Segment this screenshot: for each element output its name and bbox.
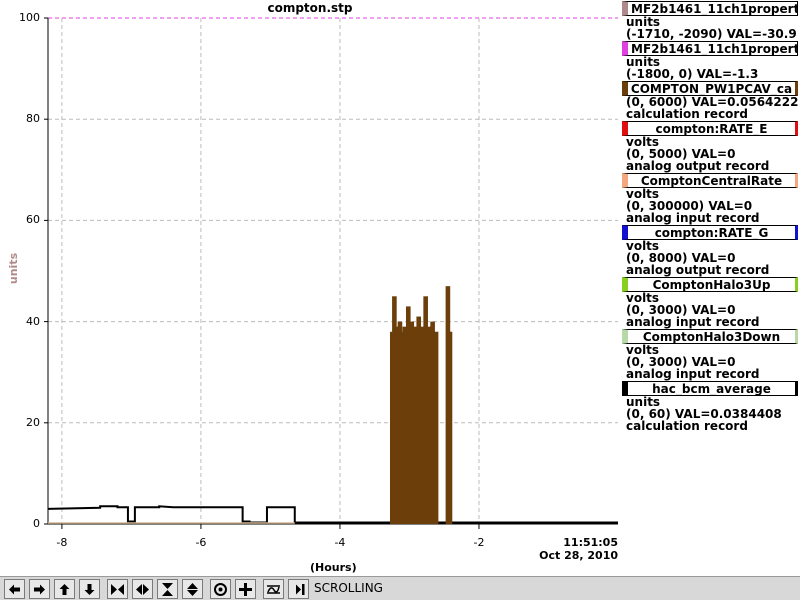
y-tick-label: 40 (26, 314, 40, 328)
toolbar: SCROLLING (0, 576, 800, 600)
y-tick-label: 60 (26, 213, 40, 227)
legend-label[interactable]: ComptonCentralRate (622, 173, 798, 188)
legend-entry[interactable]: MF2b1461_11ch1property.Eunits(-1800, 0) … (622, 41, 800, 80)
legend-entry[interactable]: compton:RATE_G volts (0, 8000) VAL=0 analog… (622, 225, 800, 276)
reset-button[interactable] (210, 579, 231, 599)
current-date: Oct 28, 2010 (539, 549, 618, 562)
legend-detail: calculation record (626, 107, 748, 121)
legend-label[interactable]: COMPTON_PW1PCAV_ca (622, 81, 798, 96)
scroll-status-label: SCROLLING (314, 581, 383, 595)
expand-horizontal-icon (136, 583, 149, 595)
legend-label[interactable]: MF2b1461_11ch1property.F (622, 1, 798, 16)
scroll-down-button[interactable] (79, 579, 100, 599)
arrow-left-icon (9, 584, 20, 594)
target-icon (214, 582, 227, 596)
series-bar (433, 331, 439, 524)
legend-entry[interactable]: MF2b1461_11ch1property.Funits(-1710, -20… (622, 1, 800, 40)
legend-detail: analog output record (626, 159, 770, 173)
x-tick-label: -6 (195, 536, 207, 549)
legend-label[interactable]: ComptonHalo3Up (622, 277, 798, 292)
legend-entry[interactable]: hac_bcm_average units (0, 60) VAL=0.038440… (622, 381, 800, 432)
plot-area[interactable] (0, 0, 620, 576)
pause-button[interactable] (288, 579, 309, 599)
series-bar (447, 331, 453, 524)
legend-label[interactable]: compton:RATE_G (622, 225, 798, 240)
current-time: 11:51:05 (563, 536, 618, 549)
legend-entry[interactable]: COMPTON_PW1PCAV_ca (0, 6000) VAL=0.056422… (622, 81, 800, 120)
legend-label[interactable]: hac_bcm_average (622, 381, 798, 396)
zoom-out-y-button[interactable] (182, 579, 203, 599)
legend-entry[interactable]: ComptonCentralRate volts (0, 300000) VAL=0… (622, 173, 800, 224)
y-tick-label: 100 (19, 11, 40, 24)
legend-detail: analog input record (626, 367, 760, 381)
x-axis-label: (Hours) (310, 561, 357, 574)
compress-horizontal-icon (111, 583, 124, 595)
legend-detail: calculation record (626, 419, 748, 433)
arrow-stop-icon (296, 583, 305, 595)
compress-vertical-icon (162, 582, 173, 596)
y-axis-label: units (7, 252, 21, 285)
y-tick-label: 20 (26, 415, 40, 429)
legend-label[interactable]: ComptonHalo3Down (622, 329, 798, 344)
x-tick-label: -8 (56, 536, 68, 549)
zoom-in-y-button[interactable] (157, 579, 178, 599)
expand-vertical-icon (187, 582, 198, 596)
legend-entry[interactable]: compton:RATE_E volts (0, 5000) VAL=0 analog… (622, 121, 800, 172)
grid (48, 17, 618, 525)
series-line (47, 505, 618, 524)
scroll-right-button[interactable] (29, 579, 50, 599)
add-button[interactable] (235, 579, 256, 599)
legend-detail: analog input record (626, 211, 760, 225)
zoom-in-x-button[interactable] (107, 579, 128, 599)
legend-label[interactable]: MF2b1461_11ch1property.E (622, 41, 798, 56)
autoscale-icon (267, 584, 280, 594)
legend-detail: (-1710, -2090) VAL=-30.9 (626, 27, 797, 41)
legend-label[interactable]: compton:RATE_E (622, 121, 798, 136)
x-tick-label: -4 (334, 536, 346, 549)
y-tick-label: 0 (33, 517, 40, 530)
legend-detail: (-1800, 0) VAL=-1.3 (626, 67, 759, 81)
axes (44, 17, 618, 529)
plus-icon (239, 582, 252, 596)
legend-entry[interactable]: ComptonHalo3Down volts (0, 3000) VAL=0 anal… (622, 329, 800, 380)
arrow-down-icon (84, 583, 95, 595)
legend-detail: analog input record (626, 315, 760, 329)
x-tick-label: -2 (473, 536, 485, 549)
scroll-left-button[interactable] (4, 579, 25, 599)
zoom-out-x-button[interactable] (132, 579, 153, 599)
y-tick-label: 80 (26, 112, 40, 126)
legend-detail: analog output record (626, 263, 770, 277)
legend-panel: MF2b1461_11ch1property.Funits(-1710, -20… (622, 0, 800, 432)
legend-entry[interactable]: ComptonHalo3Up volts (0, 3000) VAL=0 analog… (622, 277, 800, 328)
auto-scale-button[interactable] (263, 579, 284, 599)
arrow-up-icon (59, 583, 70, 595)
arrow-right-icon (34, 584, 45, 594)
scroll-up-button[interactable] (54, 579, 75, 599)
